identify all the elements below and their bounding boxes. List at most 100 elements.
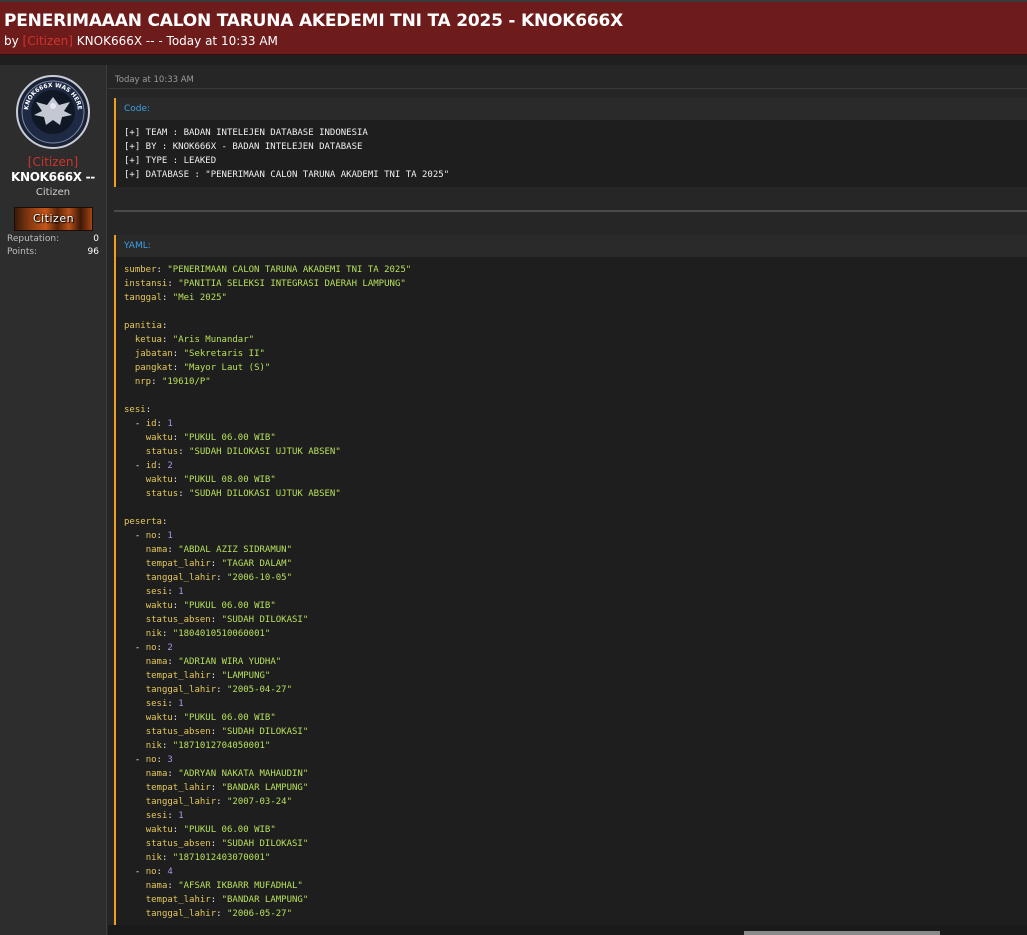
yaml-string: "19610/P"	[161, 377, 211, 387]
yaml-key: nama	[145, 657, 168, 667]
yaml-key: id	[145, 461, 157, 471]
yaml-punct: :	[216, 685, 227, 695]
yaml-punct	[124, 475, 146, 485]
yaml-key: nama	[145, 769, 168, 779]
yaml-punct: :	[167, 587, 179, 597]
yaml-punct: :	[167, 657, 179, 667]
yaml-string: "PUKUL 06.00 WIB"	[183, 433, 276, 443]
yaml-punct: :	[145, 405, 152, 415]
sidebar-username[interactable]: KNOK666X --	[0, 170, 106, 184]
yaml-punct	[124, 433, 146, 443]
yaml-key: sesi	[145, 811, 168, 821]
yaml-key: no	[145, 531, 157, 541]
yaml-key: status_absen	[145, 615, 211, 625]
yaml-punct: :	[161, 321, 168, 331]
yaml-punct: :	[210, 559, 222, 569]
yaml-line: status_absen: "SUDAH DILOKASI"	[124, 725, 411, 739]
yaml-line: - no: 4	[124, 865, 411, 879]
yaml-number: 1	[178, 699, 184, 709]
yaml-punct	[124, 629, 146, 639]
yaml-punct: :	[172, 433, 184, 443]
yaml-punct: :	[216, 909, 227, 919]
post-separator	[108, 88, 1027, 89]
yaml-string: "Mei 2025"	[172, 293, 227, 303]
yaml-line: nama: "AFSAR IKBARR MUFADHAL"	[124, 879, 411, 893]
yaml-key: tempat_lahir	[145, 671, 211, 681]
yaml-number: 3	[167, 755, 173, 765]
yaml-string: "1871012704050001"	[172, 741, 271, 751]
author-rank-tag[interactable]: [Citizen]	[23, 34, 73, 48]
yaml-punct: :	[210, 895, 222, 905]
yaml-string: "Mayor Laut (S)"	[183, 363, 271, 373]
yaml-punct	[124, 853, 146, 863]
yaml-key: status	[145, 447, 179, 457]
yaml-punct: :	[156, 461, 168, 471]
yaml-punct: :	[161, 335, 173, 345]
yaml-key: tanggal_lahir	[145, 797, 217, 807]
yaml-line: nama: "ABDAL AZIZ SIDRAMUN"	[124, 543, 411, 557]
yaml-number: 1	[167, 419, 173, 429]
yaml-string: "AFSAR IKBARR MUFADHAL"	[178, 881, 303, 891]
yaml-punct: :	[156, 265, 168, 275]
yaml-number: 2	[167, 643, 173, 653]
yaml-line: pangkat: "Mayor Laut (S)"	[124, 361, 411, 375]
post-divider	[114, 210, 1027, 212]
stat-points: Points: 96	[7, 247, 99, 257]
author-link[interactable]: KNOK666X --	[77, 34, 155, 48]
yaml-punct: :	[210, 839, 222, 849]
yaml-number: 4	[167, 867, 173, 877]
eagle-emblem-icon: KNOK666X WAS HERE	[16, 75, 90, 149]
yaml-line: waktu: "PUKUL 06.00 WIB"	[124, 823, 411, 837]
yaml-punct	[124, 727, 146, 737]
yaml-punct: :	[216, 573, 227, 583]
code-content[interactable]: [+] TEAM : BADAN INTELEJEN DATABASE INDO…	[124, 126, 449, 182]
yaml-line: tempat_lahir: "LAMPUNG"	[124, 669, 411, 683]
yaml-string: "SUDAH DILOKASI"	[221, 839, 309, 849]
yaml-line: - id: 2	[124, 459, 411, 473]
yaml-number: 1	[178, 587, 184, 597]
byline-prefix: by	[4, 34, 19, 48]
sidebar-rank-tag: [Citizen]	[27, 155, 79, 169]
yaml-line: - no: 3	[124, 753, 411, 767]
header-gap	[0, 55, 1027, 65]
code-line: [+] TYPE : LEAKED	[124, 156, 217, 166]
yaml-punct: :	[167, 279, 179, 289]
yaml-key: sesi	[145, 699, 168, 709]
yaml-punct	[124, 909, 146, 919]
yaml-punct: :	[172, 349, 184, 359]
yaml-punct: -	[124, 867, 146, 877]
yaml-punct: :	[210, 783, 222, 793]
yaml-key: tanggal_lahir	[145, 909, 217, 919]
yaml-key: nik	[145, 629, 162, 639]
yaml-line: status: "SUDAH DILOKASI UJTUK ABSEN"	[124, 445, 411, 459]
yaml-line: tanggal: "Mei 2025"	[124, 291, 411, 305]
byline-separator: -	[158, 34, 163, 48]
yaml-string: "2005-04-27"	[226, 685, 293, 695]
yaml-punct: :	[161, 741, 173, 751]
yaml-punct: :	[210, 615, 222, 625]
yaml-punct	[124, 615, 146, 625]
scrollbar-thumb[interactable]	[744, 931, 940, 935]
yaml-punct: :	[156, 419, 168, 429]
yaml-punct: -	[124, 643, 146, 653]
yaml-string: "BANDAR LAMPUNG"	[221, 895, 309, 905]
yaml-punct: :	[172, 475, 184, 485]
yaml-line: tempat_lahir: "BANDAR LAMPUNG"	[124, 893, 411, 907]
yaml-key: waktu	[145, 601, 173, 611]
thread-byline: by [Citizen] KNOK666X -- - Today at 10:3…	[4, 34, 278, 48]
yaml-punct	[124, 587, 146, 597]
yaml-punct: :	[210, 671, 222, 681]
yaml-string: "PUKUL 06.00 WIB"	[183, 601, 276, 611]
user-avatar[interactable]: KNOK666X WAS HERE	[16, 75, 90, 149]
yaml-string: "1804010510060001"	[172, 629, 271, 639]
yaml-string: "Sekretaris II"	[183, 349, 265, 359]
stat-label: Points:	[7, 247, 38, 257]
yaml-punct: :	[178, 489, 190, 499]
yaml-line: waktu: "PUKUL 08.00 WIB"	[124, 473, 411, 487]
yaml-caption: YAML:	[116, 235, 1027, 257]
yaml-key: status_absen	[145, 839, 211, 849]
stat-label: Reputation:	[7, 234, 60, 244]
yaml-caption-label: YAML:	[124, 241, 151, 251]
yaml-line	[124, 389, 411, 403]
yaml-content[interactable]: sumber: "PENERIMAAN CALON TARUNA AKADEMI…	[124, 263, 411, 921]
